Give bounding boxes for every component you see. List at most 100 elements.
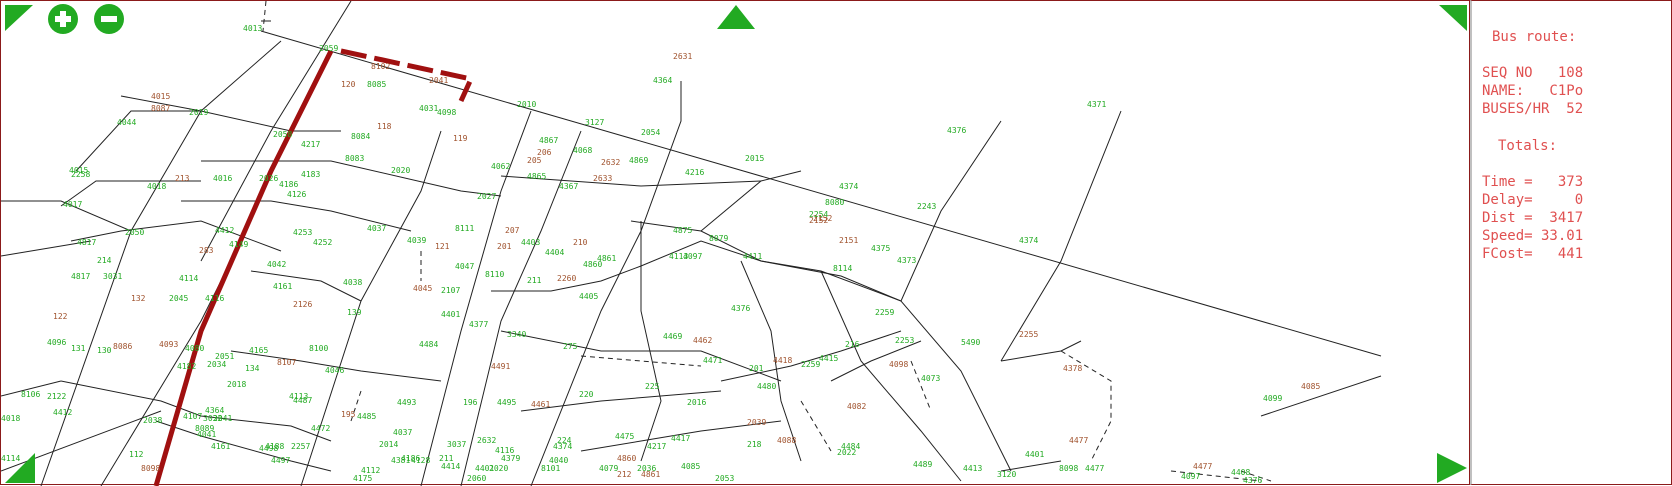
node-label: 4161: [273, 282, 292, 291]
pan-up-right-button[interactable]: [1439, 5, 1467, 31]
node-label: 2034: [207, 360, 226, 369]
node-label: 4480: [757, 382, 776, 391]
node-label: 4413: [963, 464, 982, 473]
node-label: 8083: [345, 154, 364, 163]
node-label: 4073: [921, 374, 940, 383]
pan-down-right-button[interactable]: [1437, 453, 1467, 483]
node-label: 4182: [177, 362, 196, 371]
node-label: 4375: [871, 244, 890, 253]
time-total: Time = 373: [1482, 174, 1584, 190]
node-label: 211: [527, 276, 542, 285]
zone-label: 118: [377, 122, 392, 131]
node-label: 8085: [367, 80, 386, 89]
pan-up-left-button[interactable]: [5, 5, 33, 31]
node-label: 8098: [1059, 464, 1078, 473]
zone-label: 4085: [1301, 382, 1320, 391]
zone-label: 4015: [151, 92, 170, 101]
zone-label: 8107: [277, 358, 296, 367]
zoom-in-button[interactable]: [47, 3, 79, 35]
node-label: 2632: [477, 436, 496, 445]
node-label: 218: [747, 440, 762, 449]
node-label: 4403: [521, 238, 540, 247]
network-map-canvas[interactable]: 4013205981022041 43642631120 8085403140981…: [1, 1, 1471, 486]
node-label: 4126: [287, 190, 306, 199]
speed-total: Speed= 33.01: [1482, 228, 1584, 244]
node-label: 4216: [685, 168, 704, 177]
node-label: 4367: [559, 182, 578, 191]
node-label: 4373: [897, 256, 916, 265]
zone-label: 195: [341, 410, 356, 419]
node-label: 4364: [205, 406, 224, 415]
zone-label: 205: [527, 156, 542, 165]
zone-label: 2039: [747, 418, 766, 427]
node-label: 4097: [1181, 472, 1200, 481]
node-label: 2050: [125, 228, 144, 237]
node-label: 2014: [379, 440, 398, 449]
totals-title: Totals:: [1498, 138, 1558, 154]
node-label: 4376: [1243, 476, 1262, 485]
node-label: 196: [463, 398, 478, 407]
node-label: 4161: [211, 442, 230, 451]
node-label: 4401: [1025, 450, 1044, 459]
node-label: 4875: [673, 226, 692, 235]
node-label: 3037: [447, 440, 466, 449]
pan-down-left-button[interactable]: [5, 453, 35, 483]
zone-label: 8098: [141, 464, 160, 473]
node-label: 2122: [47, 392, 66, 401]
node-label: 4116: [495, 446, 514, 455]
route-name-text: NAME: C1Po: [1482, 83, 1584, 99]
zone-label: 121: [435, 242, 450, 251]
zone-label: 8086: [113, 342, 132, 351]
node-label: 4037: [367, 224, 386, 233]
node-label: 4079: [599, 464, 618, 473]
node-label: 2022: [837, 448, 856, 457]
node-label: 4037: [393, 428, 412, 437]
zone-label: 120: [341, 80, 356, 89]
network-map[interactable]: 4013 2059 8102 2041 4364 2631 120 8085 4031 4098 1…: [0, 0, 1471, 486]
triangle-up-icon: [717, 5, 755, 29]
node-label: 4374: [1019, 236, 1038, 245]
node-label: 4080: [185, 344, 204, 353]
node-label: 4016: [213, 174, 232, 183]
node-label: 2058: [273, 130, 292, 139]
zone-label: 212: [617, 470, 632, 479]
node-label: 4489: [913, 460, 932, 469]
node-label: 2027: [477, 192, 496, 201]
node-label: 2259: [801, 360, 820, 369]
node-label: 3340: [507, 330, 526, 339]
zone-label: 4418: [773, 356, 792, 365]
zone-label: 2041: [429, 76, 448, 85]
node-label: 4175: [353, 474, 372, 483]
node-label: 2259: [875, 308, 894, 317]
zone-label: 2151: [839, 236, 858, 245]
node-label: 2254: [809, 210, 828, 219]
panel-title: Bus route:: [1492, 29, 1577, 45]
triangle-corner-icon: [1439, 5, 1467, 31]
node-label: 8089: [195, 424, 214, 433]
zoom-out-button[interactable]: [93, 3, 125, 35]
node-label: 4477: [1085, 464, 1104, 473]
node-label: 2016: [687, 398, 706, 407]
node-label: 4867: [539, 136, 558, 145]
node-label: 4376: [731, 304, 750, 313]
node-label: 2038: [143, 416, 162, 425]
node-label: 2036: [637, 464, 656, 473]
node-label: 139: [347, 308, 362, 317]
node-label: 2054: [641, 128, 660, 137]
node-label: 4472: [311, 424, 330, 433]
node-label: 2253: [895, 336, 914, 345]
zone-label: 4860: [617, 454, 636, 463]
fcost-total: FCost= 441: [1482, 246, 1584, 262]
node-label: 2026: [259, 174, 278, 183]
node-label: 4183: [301, 170, 320, 179]
node-label: 4485: [357, 412, 376, 421]
node-label: 220: [579, 390, 594, 399]
zone-label: 2631: [673, 52, 692, 61]
node-label: 8100: [309, 344, 328, 353]
node-label: 4865: [527, 172, 546, 181]
node-label: 225: [645, 382, 660, 391]
zone-label: 4082: [847, 402, 866, 411]
pan-up-button[interactable]: [717, 5, 755, 29]
node-label: 3032: [203, 414, 222, 423]
node-label: 275: [563, 342, 578, 351]
